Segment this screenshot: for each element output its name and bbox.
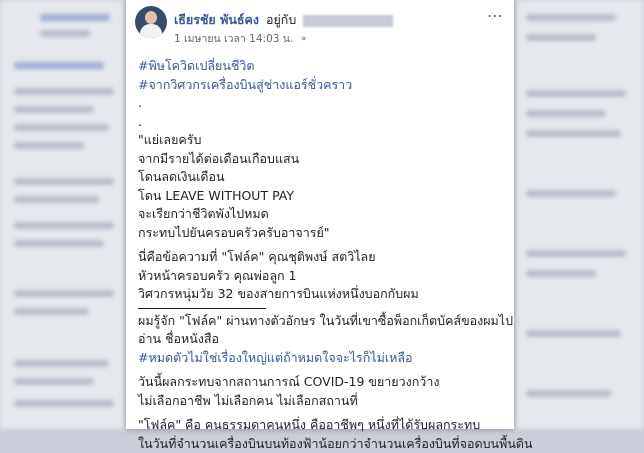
quote-line: โดน LEAVE WITHOUT PAY: [138, 187, 510, 206]
hashtag[interactable]: #พิษโควิดเปลี่ยนชีวิต: [138, 57, 510, 76]
closing-line: ไม่เลือกอาชีพ ไม่เลือกคน ไม่เลือกสถานที่: [138, 392, 510, 411]
quote-line: "แย่เลยครับ: [138, 131, 510, 150]
dot-separator: .: [138, 113, 510, 132]
quote-line: กระทบไปยันครอบครัวครับอาจารย์": [138, 224, 510, 243]
intro-line: วิศวกรหนุ่มวัย 32 ของสายการบินแห่งหนึ่งบ…: [138, 285, 510, 304]
book-hashtag[interactable]: #หมดตัวไม่ใช่เรื่องใหญ่แต่ถ้าหมดใจจะไรก็…: [138, 349, 510, 368]
quote-line: โดนลดเงินเดือน: [138, 168, 510, 187]
with-label: อยู่กับ: [266, 12, 296, 27]
story-line: ผมรู้จัก "โฟล์ค" ผ่านทางตัวอักษร ในวันที…: [138, 312, 510, 331]
avatar[interactable]: [135, 6, 167, 38]
background-feed-left: [0, 0, 126, 429]
closing-line: วันนี้ผลกระทบจากสถานการณ์ COVID-19 ขยายว…: [138, 373, 510, 392]
story-line: อ่าน ชื่อหนังสือ: [138, 330, 510, 349]
post-header: เธียรชัย พันธ์คง อยู่กับ: [174, 10, 393, 30]
author-name[interactable]: เธียรชัย พันธ์คง: [174, 12, 259, 27]
post-body: #พิษโควิดเปลี่ยนชีวิต #จากวิศวกรเครื่องบ…: [138, 57, 510, 453]
post-meta: 1 เมษายน เวลา 14:03 น. ⚬: [174, 30, 308, 47]
facebook-post: เธียรชัย พันธ์คง อยู่กับ 1 เมษายน เวลา 1…: [126, 0, 514, 429]
hashtag[interactable]: #จากวิศวกรเครื่องบินสู่ช่างแอร์ชั่วคราว: [138, 76, 510, 95]
redacted-tag: [303, 15, 393, 27]
intro-line: หัวหน้าครอบครัว คุณพ่อลูก 1: [138, 267, 510, 286]
dot-separator: .: [138, 94, 510, 113]
intro-line: นี่คือข้อความที่ "โฟล์ค" คุณชุติพงษ์ สตว…: [138, 248, 510, 267]
background-feed-right: [514, 0, 644, 429]
more-options-icon[interactable]: ⋯: [487, 6, 504, 25]
globe-icon: ⚬: [300, 34, 308, 45]
closing-line: "โฟล์ค" คือ คนธรรมดาคนหนึ่ง คืออาชีพๆ หน…: [138, 416, 510, 435]
timestamp[interactable]: 1 เมษายน เวลา 14:03 น.: [174, 33, 293, 45]
quote-line: จากมีรายได้ต่อเดือนเกือบแสน: [138, 150, 510, 169]
quote-line: จะเรียกว่าชีวิตพังไปหมด: [138, 205, 510, 224]
closing-line: ในวันที่จำนวนเครื่องบินบนท้องฟ้าน้อยกว่า…: [138, 435, 510, 453]
divider: [138, 304, 510, 312]
